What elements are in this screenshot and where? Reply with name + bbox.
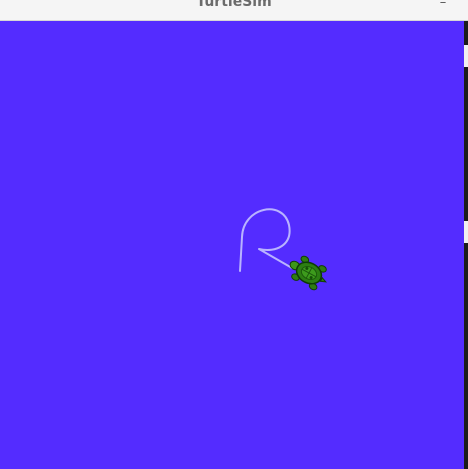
window-edge bbox=[464, 21, 468, 469]
window-title: TurtleSim bbox=[196, 0, 272, 10]
turtlesim-window: TurtleSim – bbox=[0, 0, 468, 469]
title-bar[interactable]: TurtleSim – bbox=[0, 0, 468, 21]
minimize-button[interactable]: – bbox=[436, 0, 450, 10]
edge-notch bbox=[464, 221, 468, 243]
edge-notch bbox=[464, 45, 468, 67]
turtle-icon bbox=[289, 255, 327, 291]
turtle-canvas bbox=[0, 21, 464, 469]
pen-trail bbox=[239, 208, 293, 272]
drawing-surface bbox=[239, 208, 327, 291]
